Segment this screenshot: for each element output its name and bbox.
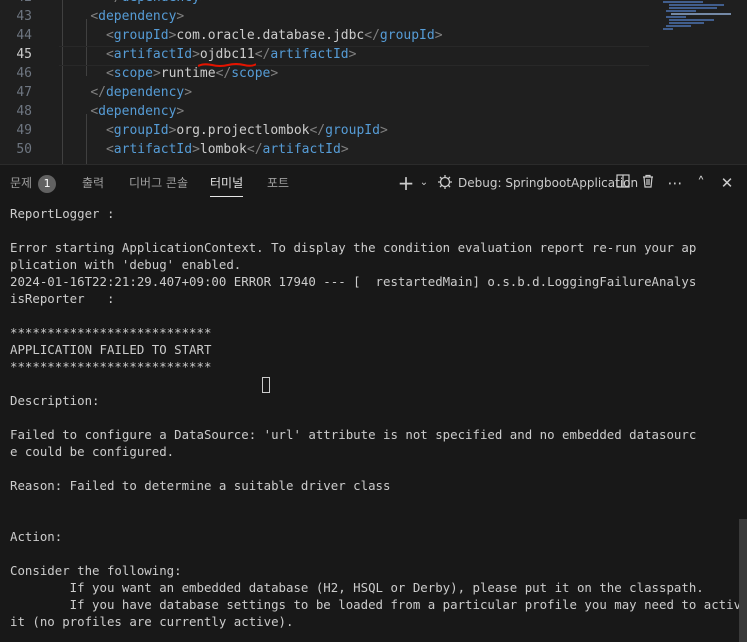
code-editor[interactable]: 42 </dependency>43 <dependency>44 <group… [0,0,747,164]
terminal-line: plication with 'debug' enabled. [10,257,242,272]
line-number: 44 [16,28,32,43]
code-text: <dependency> [90,9,185,24]
code-text: <groupId>org.projectlombok</groupId> [105,123,388,138]
terminal-line: Error starting ApplicationContext. To di… [10,240,697,255]
tab-label: 터미널 [210,176,244,190]
editor-line[interactable]: 49 <groupId>org.projectlombok</groupId> [0,121,747,140]
code-text: </dependency> [59,0,208,7]
terminal-line: *************************** [10,359,212,374]
editor-line[interactable]: 45 <artifactId>ojdbc11</artifactId> [0,45,747,64]
terminal-line: Consider the following: [10,563,182,578]
debug-gear-icon[interactable] [436,174,454,192]
editor-line[interactable]: 50 <artifactId>lombok</artifactId> [0,140,747,159]
split-terminal-icon[interactable] [614,174,632,192]
terminal-line: it (no profiles are currently active). [10,614,294,629]
terminal-line: ReportLogger : [10,206,115,221]
debug-session-label[interactable]: Debug: SpringbootApplication [458,165,638,202]
line-number: 45 [16,47,32,62]
terminal-scrollbar[interactable] [739,519,747,642]
tab-label: 디버그 콘솔 [129,176,189,190]
plus-icon[interactable]: + [397,173,415,193]
code-text: <dependency> [90,104,185,119]
tab-problems[interactable]: 문제 1 [10,165,57,202]
terminal-output[interactable]: ReportLogger : Error starting Application… [0,201,747,642]
line-number: 43 [16,9,32,24]
editor-line[interactable]: 44 <groupId>com.oracle.database.jdbc</gr… [0,26,747,45]
tab-label: 출력 [82,176,105,190]
editor-line[interactable]: 42 </dependency> [0,0,747,7]
line-number: 42 [0,0,32,7]
chevron-down-icon[interactable]: ⌄ [415,174,433,192]
terminal-line: APPLICATION FAILED TO START [10,342,212,357]
terminal-line: Action: [10,529,63,544]
code-text: </dependency> [90,85,193,100]
terminal-line: isReporter : [10,291,115,306]
terminal-line: 2024-01-16T22:21:29.407+09:00 ERROR 1794… [10,274,697,289]
terminal-line: If you have database settings to be load… [10,597,747,612]
terminal-cursor [262,377,270,393]
line-number: 47 [16,85,32,100]
terminal-line: If you want an embedded database (H2, HS… [10,580,704,595]
close-panel-icon[interactable]: ✕ [718,174,736,192]
line-number: 49 [16,123,32,138]
editor-line[interactable]: 48 <dependency> [0,102,747,121]
tab-output[interactable]: 출력 [82,165,104,202]
terminal-line: Failed to configure a DataSource: 'url' … [10,427,697,442]
tab-terminal[interactable]: 터미널 [210,165,244,202]
terminal-line: Description: [10,393,100,408]
editor-line[interactable]: 43 <dependency> [0,7,747,26]
terminal-line: *************************** [10,325,212,340]
code-text: <artifactId>ojdbc11</artifactId> [105,47,357,62]
tab-debug-console[interactable]: 디버그 콘솔 [129,165,188,202]
editor-line[interactable]: 46 <scope>runtime</scope> [0,64,747,83]
tab-label: 문제 [10,176,33,190]
code-text: <artifactId>lombok</artifactId> [105,142,349,157]
more-actions-icon[interactable]: ⋯ [666,174,684,192]
terminal-line: Reason: Failed to determine a suitable d… [10,478,391,493]
line-number: 50 [16,142,32,157]
line-number: 46 [16,66,32,81]
editor-line[interactable]: 47 </dependency> [0,83,747,102]
trash-icon[interactable] [639,174,657,192]
code-text: <groupId>com.oracle.database.jdbc</group… [105,28,443,43]
error-squiggle [198,63,256,67]
maximize-panel-icon[interactable]: ˄ [692,174,710,192]
line-number: 48 [16,104,32,119]
tab-label: 포트 [267,176,290,190]
problems-count-badge: 1 [38,174,57,193]
minimap[interactable] [663,0,733,50]
tab-ports[interactable]: 포트 [267,165,289,202]
terminal-line: e could be configured. [10,444,175,459]
panel-header: 문제 1 출력 디버그 콘솔 터미널 포트 + ⌄ Debug: Springbo… [0,164,747,202]
